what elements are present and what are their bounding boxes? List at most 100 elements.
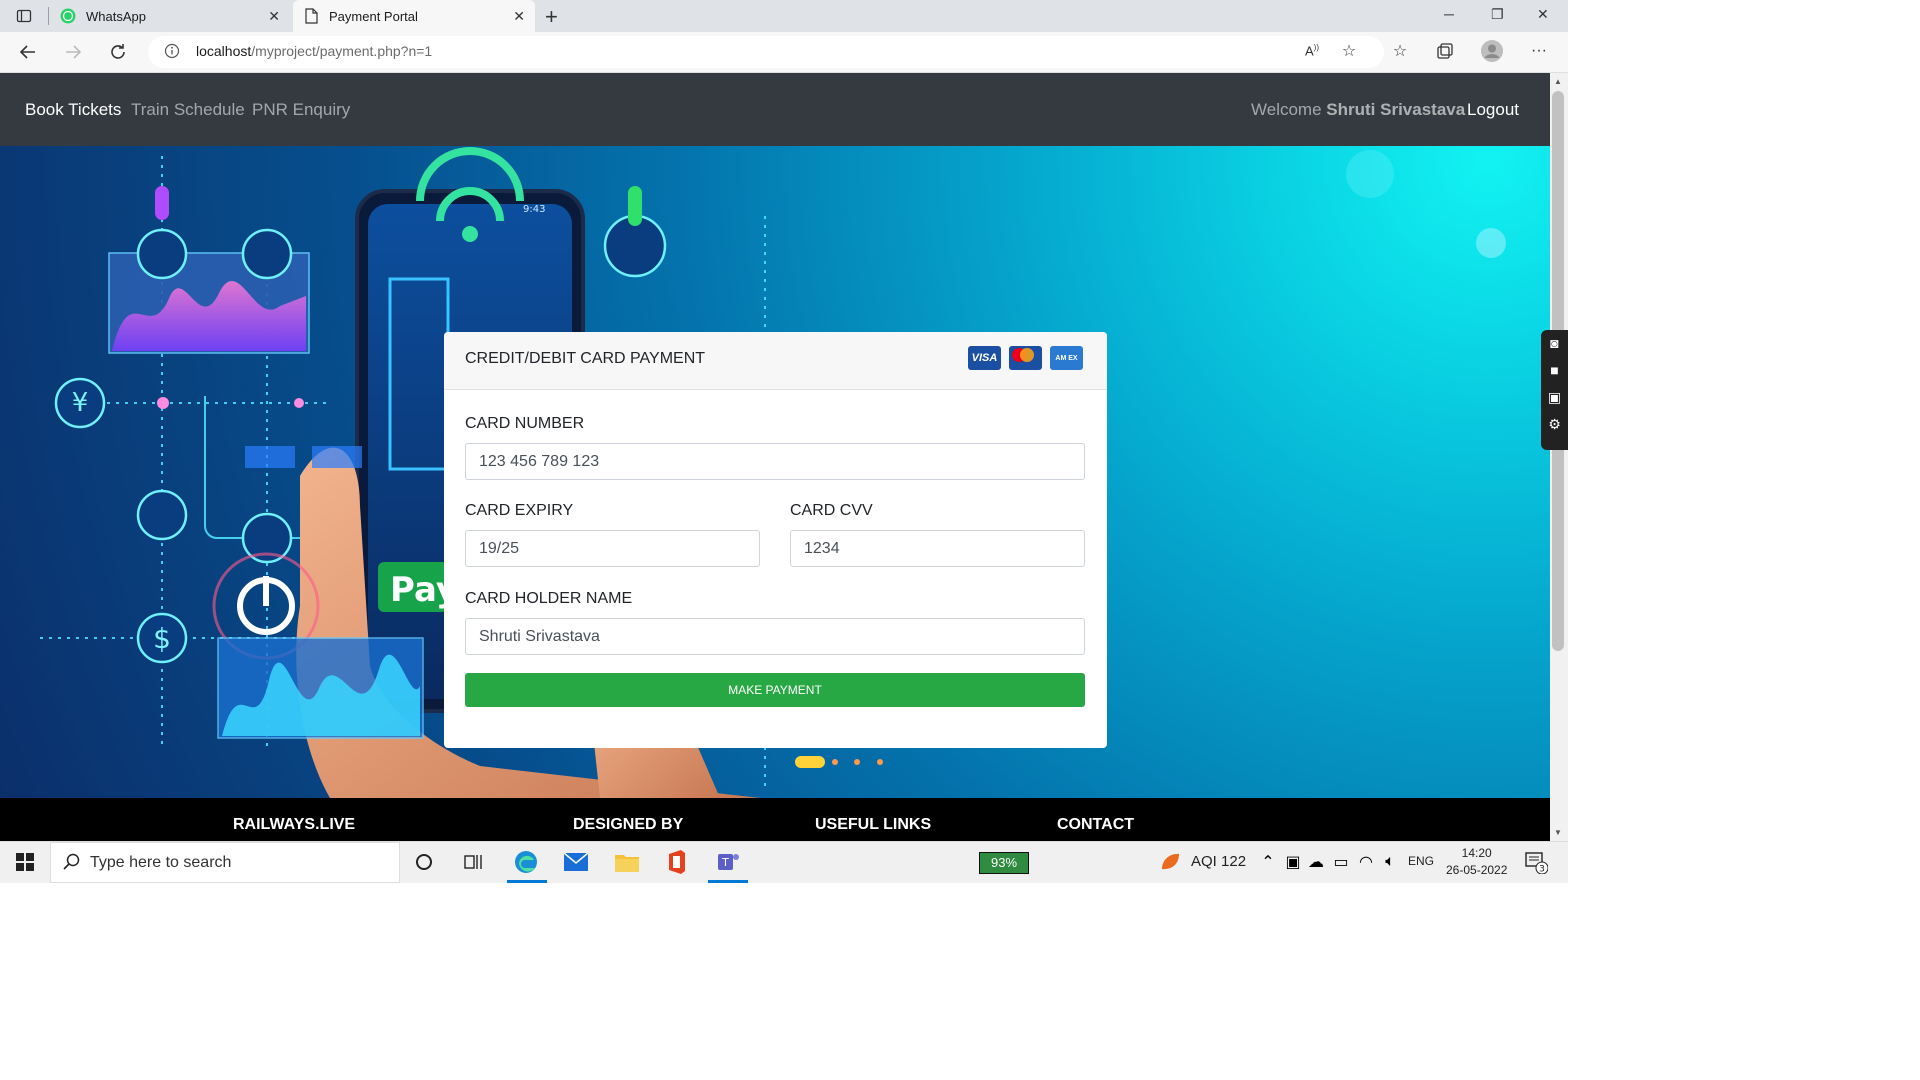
notifications-icon[interactable]: 3: [1524, 850, 1548, 874]
tab-title: Payment Portal: [329, 8, 418, 24]
svg-text:¥: ¥: [72, 388, 89, 418]
footer-heading-railways: RAILWAYS.LIVE: [233, 816, 356, 833]
browser-tab-bar: WhatsApp ✕ Payment Portal ✕ + ─ ❐ ✕: [0, 0, 1568, 32]
back-icon[interactable]: [16, 40, 40, 64]
user-name: Shruti Srivastava: [1326, 100, 1466, 119]
teams-icon[interactable]: T: [716, 850, 740, 874]
search-icon: [63, 853, 81, 876]
volume-icon[interactable]: 🔈︎: [1378, 850, 1402, 874]
new-tab-icon[interactable]: +: [545, 4, 558, 30]
language-indicator[interactable]: ENG: [1408, 854, 1434, 868]
battery-indicator[interactable]: 93%: [979, 852, 1029, 874]
read-aloud-icon[interactable]: A)): [1301, 40, 1323, 62]
url-text: localhost/myproject/payment.php?n=1: [196, 43, 432, 59]
site-navbar: Book Tickets Train Schedule PNR Enquiry …: [0, 73, 1550, 146]
cortana-icon[interactable]: [412, 850, 436, 874]
minimize-icon[interactable]: ─: [1444, 6, 1454, 22]
welcome-text: Welcome Shruti Srivastava: [1251, 100, 1465, 120]
card-number-input[interactable]: 123 456 789 123: [465, 443, 1085, 480]
close-tab-icon[interactable]: ✕: [268, 8, 280, 25]
profile-avatar-icon[interactable]: [1481, 40, 1503, 62]
url-field[interactable]: localhost/myproject/payment.php?n=1: [148, 36, 1384, 68]
site-info-icon[interactable]: [164, 43, 180, 59]
whatsapp-icon: [60, 8, 76, 24]
visa-brand-label: VISA: [971, 352, 998, 364]
tab-whatsapp[interactable]: WhatsApp ✕: [50, 0, 290, 32]
make-payment-button[interactable]: MAKE PAYMENT: [465, 673, 1085, 707]
scroll-up-icon[interactable]: ▲: [1554, 77, 1562, 86]
nav-book-tickets[interactable]: Book Tickets: [25, 100, 121, 120]
weather-icon[interactable]: [1158, 850, 1182, 874]
collections-icon[interactable]: [1434, 40, 1456, 62]
nav-pnr-enquiry[interactable]: PNR Enquiry: [252, 100, 350, 120]
site-footer: RAILWAYS.LIVE DESIGNED BY USEFUL LINKS C…: [0, 798, 1550, 841]
svg-text:$: $: [153, 622, 171, 655]
tab-title: WhatsApp: [86, 8, 146, 24]
card-expiry-label: CARD EXPIRY: [465, 502, 574, 519]
clock-date: 26-05-2022: [1446, 863, 1508, 877]
settings-icon[interactable]: ⚙: [1541, 411, 1568, 438]
file-explorer-icon[interactable]: [615, 850, 639, 874]
footer-heading-useful-links: USEFUL LINKS: [815, 816, 932, 833]
more-menu-icon[interactable]: ···: [1528, 40, 1550, 62]
card-holder-input[interactable]: Shruti Srivastava: [465, 618, 1085, 655]
hero-background-image: ¥ $ € 9:43 Pay: [0, 146, 1550, 798]
refresh-icon[interactable]: [106, 40, 130, 64]
page-viewport: Book Tickets Train Schedule PNR Enquiry …: [0, 73, 1550, 841]
url-host: localhost: [196, 43, 252, 59]
visa-icon: VISA: [968, 346, 1001, 370]
camera-icon[interactable]: ◙: [1541, 330, 1568, 357]
amex-icon: AM EX: [1050, 346, 1083, 370]
card-holder-label: CARD HOLDER NAME: [465, 590, 633, 607]
active-app-indicator: [708, 880, 748, 883]
payment-title: CREDIT/DEBIT CARD PAYMENT: [465, 350, 706, 367]
tab-payment-portal[interactable]: Payment Portal ✕: [293, 0, 535, 32]
mastercard-icon: [1009, 346, 1042, 370]
active-app-indicator: [507, 880, 547, 883]
onedrive-icon[interactable]: ☁: [1304, 850, 1328, 874]
card-cvv-label: CARD CVV: [790, 502, 873, 519]
side-toolbar: ◙ ■ ▣ ⚙: [1541, 330, 1568, 450]
forward-icon[interactable]: [61, 40, 85, 64]
close-tab-icon[interactable]: ✕: [513, 8, 525, 25]
windows-start-icon[interactable]: [13, 850, 37, 874]
vertical-scrollbar[interactable]: ▲ ▼: [1550, 73, 1568, 841]
wifi-icon[interactable]: ◠: [1354, 850, 1378, 874]
office-icon[interactable]: [665, 850, 689, 874]
payment-card: CREDIT/DEBIT CARD PAYMENT VISA AM EX CAR…: [444, 332, 1107, 748]
chevron-up-icon[interactable]: ⌃: [1256, 850, 1280, 874]
restore-icon[interactable]: ❐: [1491, 6, 1504, 23]
notification-count: 3: [1539, 865, 1545, 875]
favorites-icon[interactable]: ☆: [1389, 40, 1411, 62]
meet-now-icon[interactable]: ▣: [1281, 850, 1305, 874]
card-header: CREDIT/DEBIT CARD PAYMENT VISA AM EX: [444, 332, 1107, 390]
taskbar-search-box[interactable]: Type here to search: [50, 842, 400, 883]
battery-icon[interactable]: ▭: [1329, 850, 1353, 874]
address-bar: localhost/myproject/payment.php?n=1 A)) …: [0, 32, 1568, 73]
clock[interactable]: 14:20 26-05-2022: [1446, 845, 1507, 879]
windows-taskbar: Type here to search T 93% AQI 122 ⌃ ▣ ☁ …: [0, 841, 1568, 883]
close-window-icon[interactable]: ✕: [1537, 6, 1549, 23]
task-view-icon[interactable]: [462, 850, 486, 874]
add-favorite-icon[interactable]: ☆: [1338, 40, 1360, 62]
scroll-down-icon[interactable]: ▼: [1554, 828, 1562, 837]
svg-text:T: T: [721, 856, 729, 869]
search-placeholder: Type here to search: [90, 854, 232, 871]
card-number-label: CARD NUMBER: [465, 415, 585, 432]
video-icon[interactable]: ■: [1541, 357, 1568, 384]
tab-actions-icon[interactable]: [12, 4, 36, 28]
clock-time: 14:20: [1461, 846, 1492, 860]
page-icon: [303, 8, 319, 24]
gallery-icon[interactable]: ▣: [1541, 384, 1568, 411]
card-expiry-input[interactable]: 19/25: [465, 530, 760, 567]
mail-icon[interactable]: [564, 850, 588, 874]
nav-train-schedule[interactable]: Train Schedule: [131, 100, 245, 120]
aqi-text[interactable]: AQI 122: [1191, 853, 1246, 870]
logout-link[interactable]: Logout: [1467, 100, 1519, 120]
tab-separator: [48, 7, 49, 25]
url-path: /myproject/payment.php?n=1: [251, 43, 433, 59]
phone-time: 9:43: [523, 204, 545, 215]
footer-heading-contact: CONTACT: [1057, 816, 1135, 833]
edge-browser-icon[interactable]: [514, 850, 538, 874]
card-cvv-input[interactable]: 1234: [790, 530, 1085, 567]
